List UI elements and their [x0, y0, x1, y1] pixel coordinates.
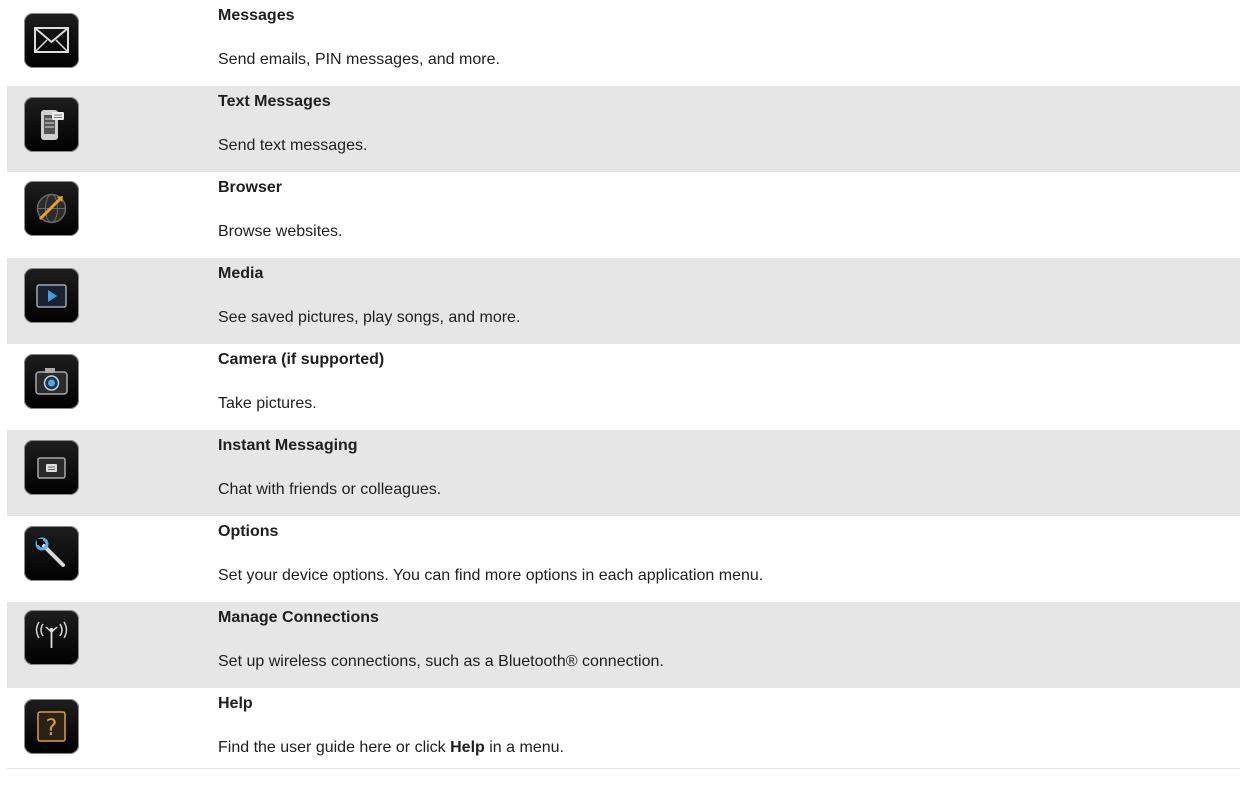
table-row: Media See saved pictures, play songs, an…: [7, 258, 1240, 344]
wireless-antenna-icon: [24, 610, 79, 665]
text-message-phone-icon: [24, 97, 79, 152]
camera-icon: [24, 354, 79, 409]
table-row: Browser Browse websites.: [7, 172, 1240, 258]
table-row: Messages Send emails, PIN messages, and …: [7, 0, 1240, 86]
application-table: Messages Send emails, PIN messages, and …: [7, 0, 1240, 769]
globe-icon: [24, 181, 79, 236]
question-mark-icon: ?: [24, 699, 79, 754]
row-title: Messages: [218, 7, 295, 24]
row-title: Text Messages: [218, 93, 331, 110]
row-description: Send text messages.: [218, 137, 368, 154]
row-title: Help: [218, 695, 253, 712]
row-description: Browse websites.: [218, 223, 343, 240]
row-description: Set up wireless connections, such as a B…: [218, 653, 664, 670]
row-title: Browser: [218, 179, 283, 196]
table-row: Camera (if supported) Take pictures.: [7, 344, 1240, 430]
row-title: Manage Connections: [218, 609, 379, 626]
table-row: Text Messages Send text messages.: [7, 86, 1240, 172]
wrench-icon: [24, 526, 79, 581]
description-text: Find the user guide here or click: [218, 739, 451, 756]
row-title: Camera (if supported): [218, 351, 385, 368]
row-title: Instant Messaging: [218, 437, 358, 454]
row-description: See saved pictures, play songs, and more…: [218, 309, 521, 326]
row-description: Take pictures.: [218, 395, 317, 412]
help-keyword: Help: [450, 739, 485, 756]
envelope-icon: [24, 13, 79, 68]
table-row: Manage Connections Set up wireless conne…: [7, 602, 1240, 688]
row-description: Set your device options. You can find mo…: [218, 567, 764, 584]
table-row: ? Help Find the user guide here or click…: [7, 688, 1240, 768]
row-title: Media: [218, 265, 264, 282]
table-row: Instant Messaging Chat with friends or c…: [7, 430, 1240, 516]
table-row: Options Set your device options. You can…: [7, 516, 1240, 602]
row-description: Send emails, PIN messages, and more.: [218, 51, 500, 68]
media-play-icon: [24, 268, 79, 323]
row-title: Options: [218, 523, 279, 540]
description-text: in a menu.: [484, 739, 564, 756]
row-description: Chat with friends or colleagues.: [218, 481, 442, 498]
bottom-rule: [7, 768, 1240, 769]
instant-messaging-icon: [24, 440, 79, 495]
svg-text:?: ?: [46, 716, 58, 741]
row-description: Find the user guide here or click Help i…: [218, 738, 564, 758]
